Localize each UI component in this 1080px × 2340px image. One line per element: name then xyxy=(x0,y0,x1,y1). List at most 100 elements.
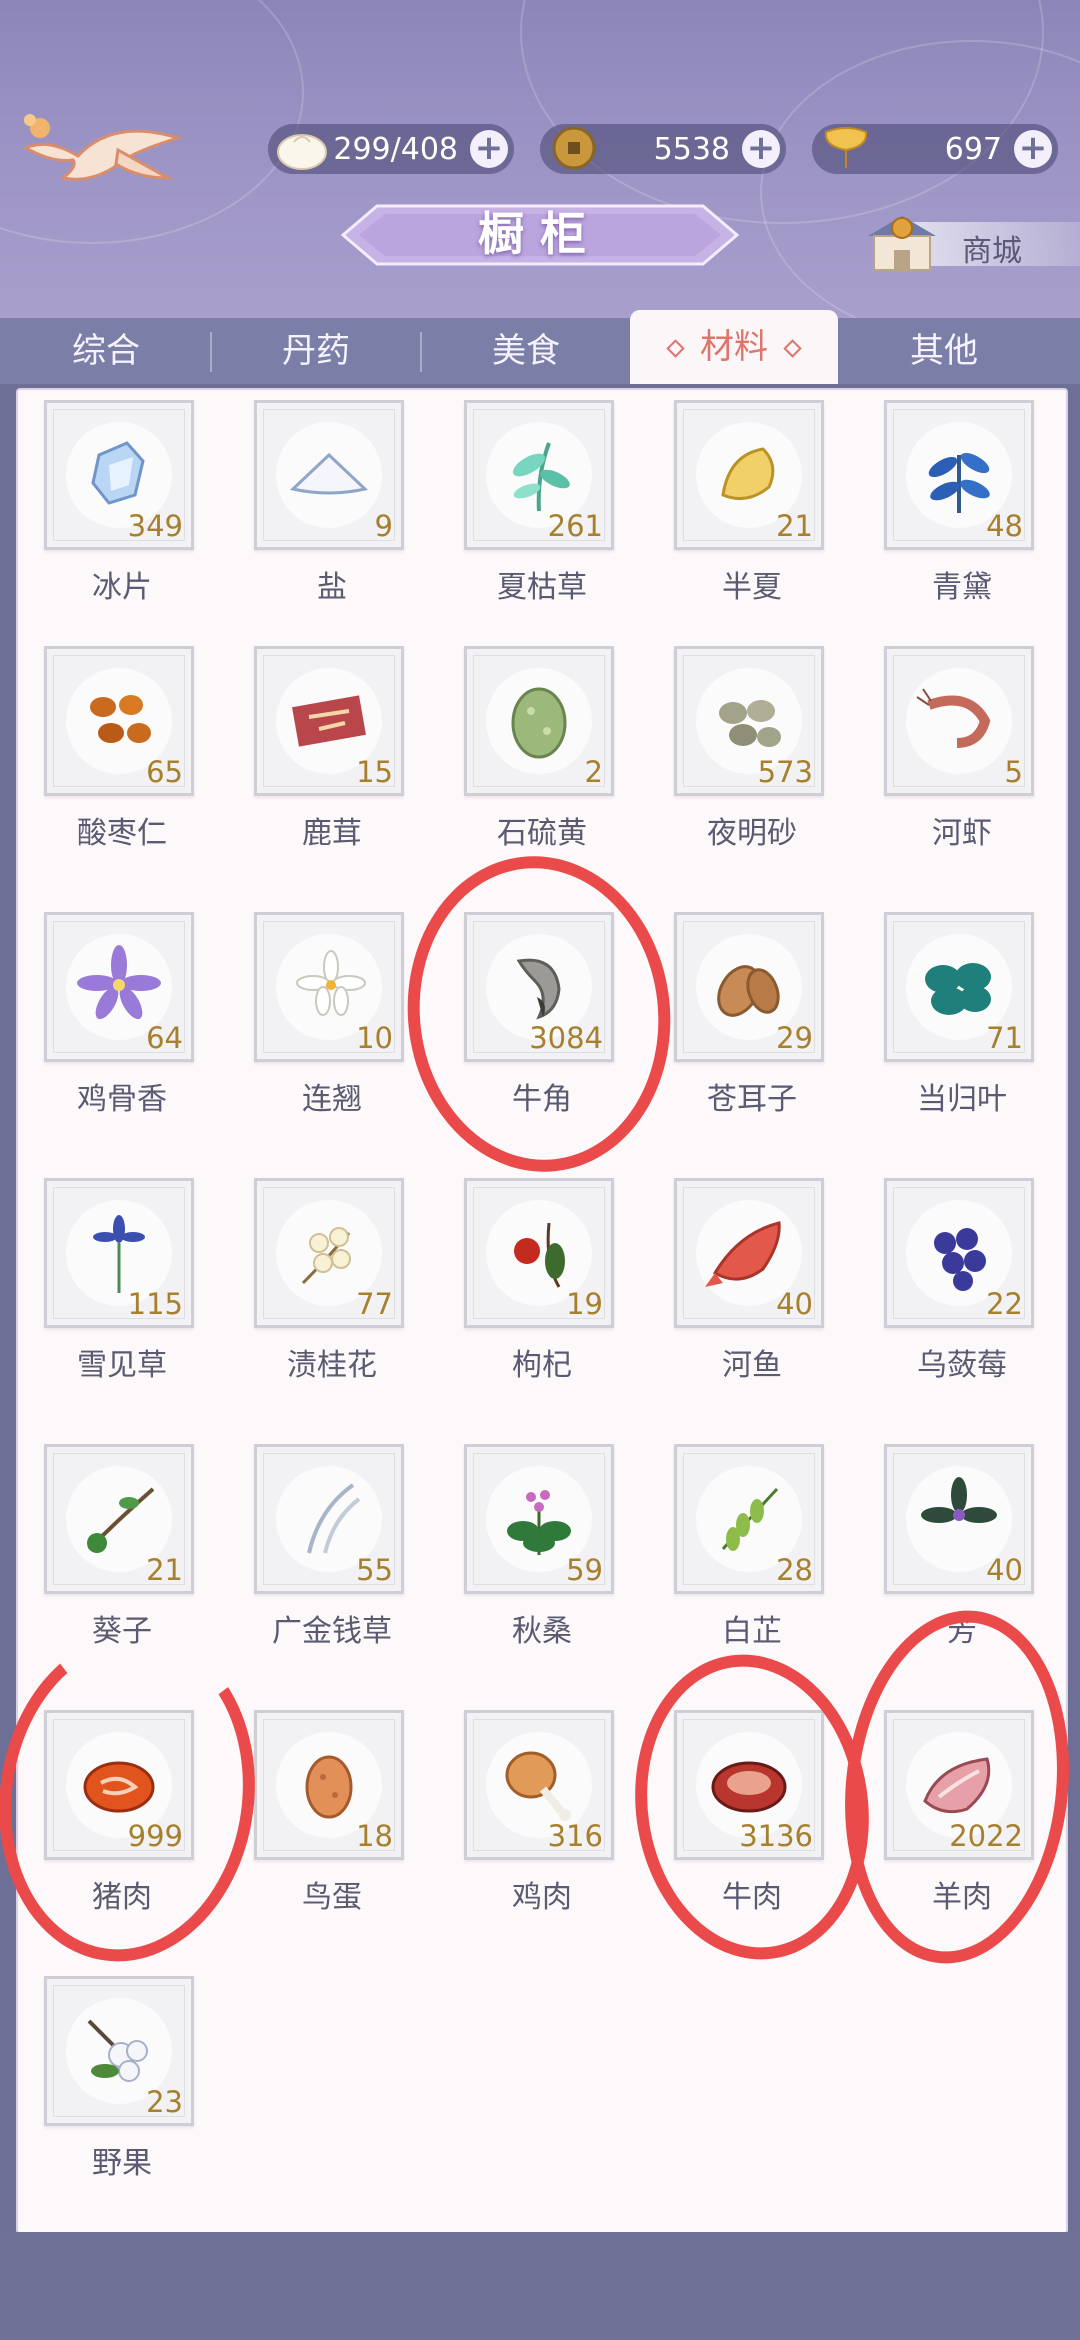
item-count: 349 xyxy=(127,509,183,543)
add-coin-button[interactable]: + xyxy=(742,130,780,168)
item-count: 55 xyxy=(356,1553,393,1587)
shop-building-icon xyxy=(868,216,936,271)
ginkgo-counter: 697 + xyxy=(812,124,1058,174)
item-name: 河虾 xyxy=(932,816,992,851)
item-slot[interactable]: 573 xyxy=(674,646,824,796)
mineral-egg-icon xyxy=(511,687,567,759)
item-name: 酸枣仁 xyxy=(77,816,167,851)
item-count: 5 xyxy=(1004,755,1023,789)
item-slot[interactable]: 3084 xyxy=(464,912,614,1062)
item-count: 2 xyxy=(584,755,603,789)
tab-food[interactable]: 美食 xyxy=(422,318,630,384)
tab-diamond-icon xyxy=(666,339,685,358)
item-count: 48 xyxy=(986,509,1023,543)
item-name: 牛角 xyxy=(512,1082,572,1117)
item-name: 野果 xyxy=(92,2146,152,2181)
stamina-counter: 299/408 + xyxy=(268,124,514,174)
tab-other[interactable]: 其他 xyxy=(840,318,1048,384)
item-count: 19 xyxy=(566,1287,603,1321)
item-name: 羊肉 xyxy=(932,1880,992,1915)
item-count: 10 xyxy=(356,1021,393,1055)
item-name: 鹿茸 xyxy=(302,816,362,851)
item-slot[interactable]: 48 xyxy=(884,400,1034,550)
item-slot[interactable]: 15 xyxy=(254,646,404,796)
item-slot[interactable]: 115 xyxy=(44,1178,194,1328)
ginkgo-leaf-icon xyxy=(824,127,868,168)
item-slot[interactable]: 29 xyxy=(674,912,824,1062)
item-slot[interactable]: 21 xyxy=(44,1444,194,1594)
category-tab-bar: 综合 丹药 美食 材料 其他 xyxy=(0,310,1080,384)
add-ginkgo-button[interactable]: + xyxy=(1014,130,1052,168)
item-count: 573 xyxy=(757,755,813,789)
tab-label: 其他 xyxy=(910,331,978,371)
item-count: 3136 xyxy=(739,1819,813,1853)
item-count: 65 xyxy=(146,755,183,789)
item-name: 枸杞 xyxy=(512,1348,572,1383)
item-count: 40 xyxy=(986,1553,1023,1587)
add-stamina-button[interactable]: + xyxy=(470,130,508,168)
coin-counter: 5538 + xyxy=(540,124,786,174)
item-slot[interactable]: 2 xyxy=(464,646,614,796)
item-slot[interactable]: 18 xyxy=(254,1710,404,1860)
item-slot[interactable]: 23 xyxy=(44,1976,194,2126)
item-name: 冰片 xyxy=(92,570,152,605)
swallow-logo-icon[interactable] xyxy=(18,108,188,198)
item-slot[interactable]: 349 xyxy=(44,400,194,550)
shop-button[interactable]: 商城 xyxy=(862,212,1080,274)
item-count: 18 xyxy=(356,1819,393,1853)
item-name: 夏枯草 xyxy=(497,570,587,605)
item-slot[interactable]: 9 xyxy=(254,400,404,550)
tab-pills[interactable]: 丹药 xyxy=(212,318,420,384)
tab-label: 美食 xyxy=(492,331,560,371)
item-slot[interactable]: 5 xyxy=(884,646,1034,796)
item-slot[interactable]: 316 xyxy=(464,1710,614,1860)
item-name: 苍耳子 xyxy=(707,1082,797,1117)
item-slot[interactable]: 261 xyxy=(464,400,614,550)
item-name: 白芷 xyxy=(722,1614,782,1649)
item-count: 77 xyxy=(356,1287,393,1321)
item-slot[interactable]: 65 xyxy=(44,646,194,796)
bun-icon xyxy=(277,134,327,170)
tab-materials[interactable]: 材料 xyxy=(630,310,838,384)
item-count: 59 xyxy=(566,1553,603,1587)
item-slot[interactable]: 28 xyxy=(674,1444,824,1594)
item-name: 葵子 xyxy=(92,1614,152,1649)
item-name: 半夏 xyxy=(722,570,782,605)
item-slot[interactable]: 2022 xyxy=(884,1710,1034,1860)
item-name: 广金钱草 xyxy=(272,1614,392,1649)
item-slot[interactable]: 55 xyxy=(254,1444,404,1594)
item-name: 连翘 xyxy=(302,1082,362,1117)
item-slot[interactable]: 19 xyxy=(464,1178,614,1328)
item-count: 15 xyxy=(356,755,393,789)
item-count: 2022 xyxy=(949,1819,1023,1853)
item-slot[interactable]: 40 xyxy=(674,1178,824,1328)
coin-value: 5538 xyxy=(653,132,730,167)
item-slot[interactable]: 59 xyxy=(464,1444,614,1594)
item-slot[interactable]: 21 xyxy=(674,400,824,550)
tab-label: 丹药 xyxy=(282,331,350,371)
item-slot[interactable]: 77 xyxy=(254,1178,404,1328)
item-count: 21 xyxy=(146,1553,183,1587)
item-count: 21 xyxy=(776,509,813,543)
item-count: 40 xyxy=(776,1287,813,1321)
title-banner: 橱柜 xyxy=(325,200,755,270)
item-name: 雪见草 xyxy=(77,1348,167,1383)
item-slot[interactable]: 40 xyxy=(884,1444,1034,1594)
item-count: 64 xyxy=(146,1021,183,1055)
item-name: 夜明砂 xyxy=(707,816,797,851)
item-name: 盐 xyxy=(317,570,347,605)
tab-general[interactable]: 综合 xyxy=(2,318,210,384)
item-slot[interactable]: 3136 xyxy=(674,1710,824,1860)
item-slot[interactable]: 22 xyxy=(884,1178,1034,1328)
salt-pile-icon xyxy=(289,452,369,495)
tab-label: 综合 xyxy=(72,331,140,371)
item-slot[interactable]: 64 xyxy=(44,912,194,1062)
shrimp-icon xyxy=(916,688,991,748)
item-slot[interactable]: 71 xyxy=(884,912,1034,1062)
item-slot[interactable]: 10 xyxy=(254,912,404,1062)
item-name: 石硫黄 xyxy=(497,816,587,851)
item-count: 29 xyxy=(776,1021,813,1055)
item-count: 71 xyxy=(986,1021,1023,1055)
item-slot[interactable]: 999 xyxy=(44,1710,194,1860)
tab-label: 材料 xyxy=(700,327,768,367)
